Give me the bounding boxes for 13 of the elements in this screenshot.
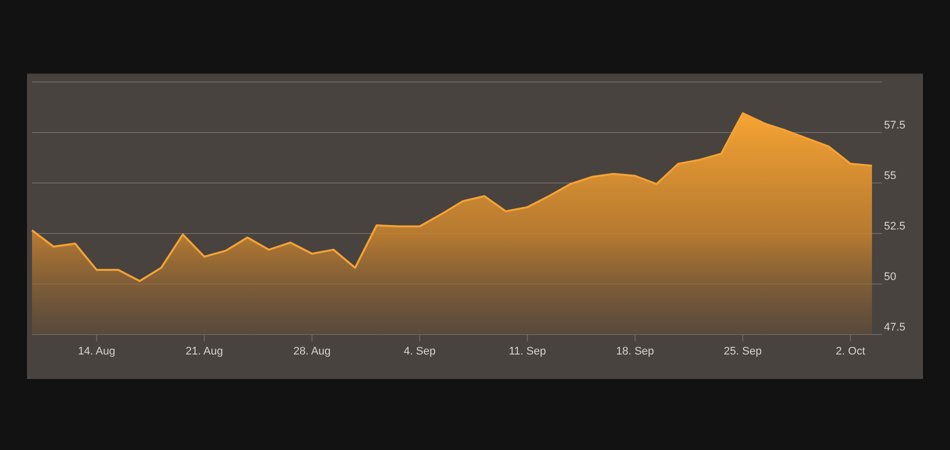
x-axis-label: 25. Sep: [724, 345, 762, 357]
y-axis-label: 47.5: [884, 321, 906, 333]
x-axis-label: 4. Sep: [404, 345, 436, 357]
x-axis-label: 14. Aug: [78, 345, 116, 357]
x-axis-label: 11. Sep: [508, 345, 546, 357]
y-axis-label: 55: [884, 170, 896, 182]
y-axis-label: 57.5: [884, 119, 906, 131]
x-axis-label: 28. Aug: [293, 345, 331, 357]
y-axis-label: 52.5: [884, 220, 906, 232]
x-axis-label: 2. Oct: [836, 345, 866, 357]
x-axis-label: 21. Aug: [186, 345, 223, 357]
x-axis-label: 18. Sep: [616, 345, 654, 357]
y-axis-label: 50: [884, 270, 896, 282]
